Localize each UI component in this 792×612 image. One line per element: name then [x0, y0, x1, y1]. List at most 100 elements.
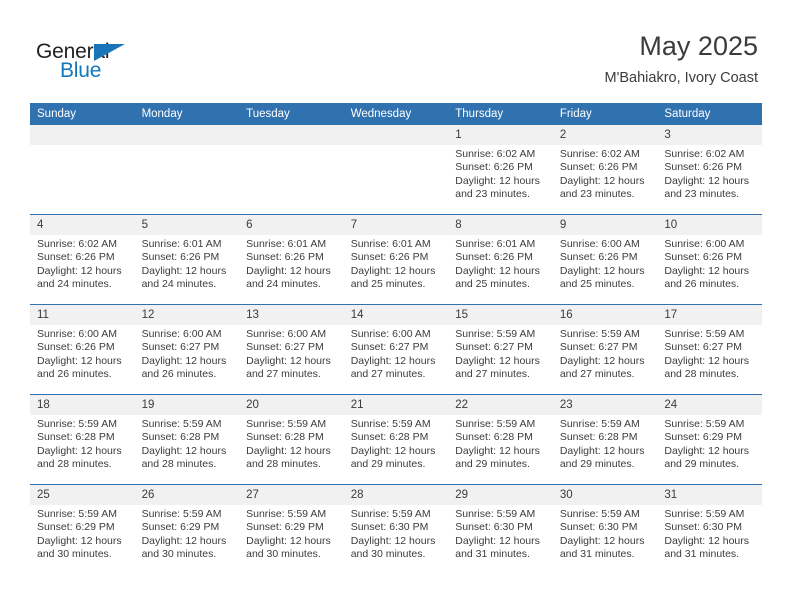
sunset-time: Sunset: 6:27 PM: [141, 341, 220, 354]
day-details: Sunrise: 5:59 AM Sunset: 6:30 PM Daylight:…: [657, 505, 762, 562]
calendar-day-cell[interactable]: 29 Sunrise: 5:59 AM Sunset: 6:30 PM Dayligh…: [448, 484, 553, 574]
daylight-duration-line1: Daylight: 12 hours: [37, 354, 122, 367]
day-details: Sunrise: 5:59 AM Sunset: 6:29 PM Daylight:…: [30, 505, 135, 562]
sunrise-time: Sunrise: 5:59 AM: [455, 508, 536, 520]
sunrise-time: Sunrise: 5:59 AM: [246, 508, 327, 520]
daylight-duration-line2: and 28 minutes.: [664, 368, 740, 381]
daylight-duration-line1: Daylight: 12 hours: [559, 264, 645, 277]
sunrise-time: Sunrise: 5:59 AM: [559, 418, 640, 430]
daylight-duration-line2: and 23 minutes.: [455, 188, 530, 201]
calendar-day-cell[interactable]: 2 Sunrise: 6:02 AM Sunset: 6:26 PM Daylight…: [552, 125, 658, 215]
sunset-time: Sunset: 6:30 PM: [350, 521, 429, 534]
calendar-day-cell[interactable]: 9 Sunrise: 6:00 AM Sunset: 6:26 PM Daylight…: [552, 214, 658, 305]
day-number: 13: [239, 305, 344, 325]
day-number: [30, 125, 135, 145]
day-number: 15: [448, 305, 553, 325]
daylight-duration-line2: and 30 minutes.: [350, 548, 426, 561]
calendar-day-cell[interactable]: 4 Sunrise: 6:02 AM Sunset: 6:26 PM Daylight…: [30, 214, 135, 305]
daylight-duration-line1: Daylight: 12 hours: [559, 174, 645, 187]
daylight-duration-line2: and 29 minutes.: [559, 458, 635, 471]
calendar-day-cell[interactable]: 25 Sunrise: 5:59 AM Sunset: 6:29 PM Dayligh…: [30, 484, 135, 574]
sunrise-time: Sunrise: 6:01 AM: [350, 238, 431, 250]
day-details: Sunrise: 6:00 AM Sunset: 6:27 PM Daylight:…: [135, 325, 240, 382]
daylight-duration-line2: and 28 minutes.: [37, 458, 112, 471]
day-details: Sunrise: 6:01 AM Sunset: 6:26 PM Daylight:…: [239, 235, 344, 292]
calendar-day-cell[interactable]: 31 Sunrise: 5:59 AM Sunset: 6:30 PM Dayligh…: [657, 484, 762, 574]
weekday-header-saturday: Saturday: [657, 103, 762, 125]
daylight-duration-line2: and 24 minutes.: [141, 278, 217, 291]
day-number: 19: [134, 395, 240, 415]
calendar-day-cell[interactable]: 19 Sunrise: 5:59 AM Sunset: 6:28 PM Dayligh…: [134, 394, 240, 485]
calendar-day-cell[interactable]: 18 Sunrise: 5:59 AM Sunset: 6:28 PM Dayligh…: [30, 394, 135, 485]
calendar-day-cell[interactable]: 10 Sunrise: 6:00 AM Sunset: 6:26 PM Dayligh…: [657, 214, 762, 305]
calendar-day-cell[interactable]: 13 Sunrise: 6:00 AM Sunset: 6:27 PM Dayligh…: [239, 304, 344, 395]
sunset-time: Sunset: 6:26 PM: [141, 251, 220, 264]
calendar-day-cell[interactable]: 6 Sunrise: 6:01 AM Sunset: 6:26 PM Daylight…: [239, 214, 344, 305]
daylight-duration-line1: Daylight: 12 hours: [246, 264, 331, 277]
calendar-day-cell[interactable]: 28 Sunrise: 5:59 AM Sunset: 6:30 PM Dayligh…: [343, 484, 449, 574]
calendar-day-cell-empty: [343, 125, 449, 215]
daylight-duration-line2: and 27 minutes.: [350, 368, 426, 381]
daylight-duration-line1: Daylight: 12 hours: [141, 534, 227, 547]
calendar-day-cell[interactable]: 22 Sunrise: 5:59 AM Sunset: 6:28 PM Dayligh…: [448, 394, 553, 485]
calendar-day-cell[interactable]: 21 Sunrise: 5:59 AM Sunset: 6:28 PM Dayligh…: [343, 394, 449, 485]
calendar-day-cell-empty: [134, 125, 240, 215]
calendar-day-cell[interactable]: 12 Sunrise: 6:00 AM Sunset: 6:27 PM Dayligh…: [134, 304, 240, 395]
calendar-day-cell[interactable]: 1 Sunrise: 6:02 AM Sunset: 6:26 PM Daylight…: [448, 125, 553, 215]
daylight-duration-line1: Daylight: 12 hours: [141, 444, 227, 457]
day-details: Sunrise: 5:59 AM Sunset: 6:29 PM Daylight:…: [135, 505, 240, 562]
calendar-day-cell[interactable]: 3 Sunrise: 6:02 AM Sunset: 6:26 PM Daylight…: [657, 125, 762, 215]
sunset-time: Sunset: 6:27 PM: [559, 341, 638, 354]
general-blue-logo[interactable]: General Blue: [36, 40, 146, 86]
calendar-day-cell[interactable]: 20 Sunrise: 5:59 AM Sunset: 6:28 PM Dayligh…: [239, 394, 344, 485]
daylight-duration-line2: and 28 minutes.: [246, 458, 321, 471]
calendar-day-cell[interactable]: 23 Sunrise: 5:59 AM Sunset: 6:28 PM Dayligh…: [552, 394, 658, 485]
sunrise-time: Sunrise: 5:59 AM: [455, 328, 536, 340]
day-details: Sunrise: 6:02 AM Sunset: 6:26 PM Daylight:…: [448, 145, 553, 202]
day-number: [343, 125, 449, 145]
sunrise-time: Sunrise: 6:02 AM: [37, 238, 117, 250]
day-details: Sunrise: 5:59 AM Sunset: 6:27 PM Daylight:…: [553, 325, 658, 382]
calendar-day-cell[interactable]: 15 Sunrise: 5:59 AM Sunset: 6:27 PM Dayligh…: [448, 304, 553, 395]
day-details: Sunrise: 5:59 AM Sunset: 6:30 PM Daylight:…: [344, 505, 449, 562]
day-number: [134, 125, 240, 145]
sunset-time: Sunset: 6:26 PM: [559, 161, 638, 174]
daylight-duration-line2: and 27 minutes.: [455, 368, 530, 381]
daylight-duration-line2: and 29 minutes.: [455, 458, 530, 471]
calendar-day-cell[interactable]: 11 Sunrise: 6:00 AM Sunset: 6:26 PM Dayligh…: [30, 304, 135, 395]
calendar-day-cell[interactable]: 27 Sunrise: 5:59 AM Sunset: 6:29 PM Dayligh…: [239, 484, 344, 574]
sunrise-time: Sunrise: 5:59 AM: [559, 328, 640, 340]
daylight-duration-line2: and 27 minutes.: [246, 368, 321, 381]
daylight-duration-line1: Daylight: 12 hours: [664, 174, 750, 187]
calendar-header-row: Sunday Monday Tuesday Wednesday Thursday…: [30, 103, 762, 125]
day-details: Sunrise: 5:59 AM Sunset: 6:28 PM Daylight:…: [448, 415, 553, 472]
location-subtitle: M'Bahiakro, Ivory Coast: [604, 70, 758, 86]
day-number: 3: [657, 125, 762, 145]
calendar-page: General Blue May 2025 M'Bahiakro, Ivory …: [0, 0, 792, 612]
sunset-time: Sunset: 6:26 PM: [664, 251, 743, 264]
calendar-day-cell[interactable]: 17 Sunrise: 5:59 AM Sunset: 6:27 PM Dayligh…: [657, 304, 762, 395]
calendar-day-cell[interactable]: 30 Sunrise: 5:59 AM Sunset: 6:30 PM Dayligh…: [552, 484, 658, 574]
sunrise-time: Sunrise: 6:01 AM: [455, 238, 536, 250]
day-number: 11: [30, 305, 135, 325]
calendar-day-cell[interactable]: 8 Sunrise: 6:01 AM Sunset: 6:26 PM Daylight…: [448, 214, 553, 305]
calendar-day-cell[interactable]: 16 Sunrise: 5:59 AM Sunset: 6:27 PM Dayligh…: [552, 304, 658, 395]
sunset-time: Sunset: 6:29 PM: [141, 521, 220, 534]
sunset-time: Sunset: 6:26 PM: [664, 161, 743, 174]
sunset-time: Sunset: 6:28 PM: [559, 431, 638, 444]
sunset-time: Sunset: 6:29 PM: [246, 521, 324, 534]
sunrise-time: Sunrise: 6:02 AM: [455, 148, 536, 160]
calendar-day-cell[interactable]: 7 Sunrise: 6:01 AM Sunset: 6:26 PM Daylight…: [343, 214, 449, 305]
sunrise-time: Sunrise: 5:59 AM: [37, 508, 117, 520]
calendar-day-cell[interactable]: 26 Sunrise: 5:59 AM Sunset: 6:29 PM Dayligh…: [134, 484, 240, 574]
calendar-day-cell[interactable]: 24 Sunrise: 5:59 AM Sunset: 6:29 PM Dayligh…: [657, 394, 762, 485]
calendar-day-cell[interactable]: 14 Sunrise: 6:00 AM Sunset: 6:27 PM Dayligh…: [343, 304, 449, 395]
day-number: 4: [30, 215, 135, 235]
day-number: 9: [552, 215, 658, 235]
daylight-duration-line2: and 24 minutes.: [37, 278, 112, 291]
calendar-day-cell[interactable]: 5 Sunrise: 6:01 AM Sunset: 6:26 PM Daylight…: [134, 214, 240, 305]
sunrise-time: Sunrise: 5:59 AM: [664, 328, 745, 340]
daylight-duration-line2: and 26 minutes.: [141, 368, 217, 381]
day-details: Sunrise: 6:00 AM Sunset: 6:26 PM Daylight:…: [657, 235, 762, 292]
daylight-duration-line2: and 27 minutes.: [559, 368, 635, 381]
